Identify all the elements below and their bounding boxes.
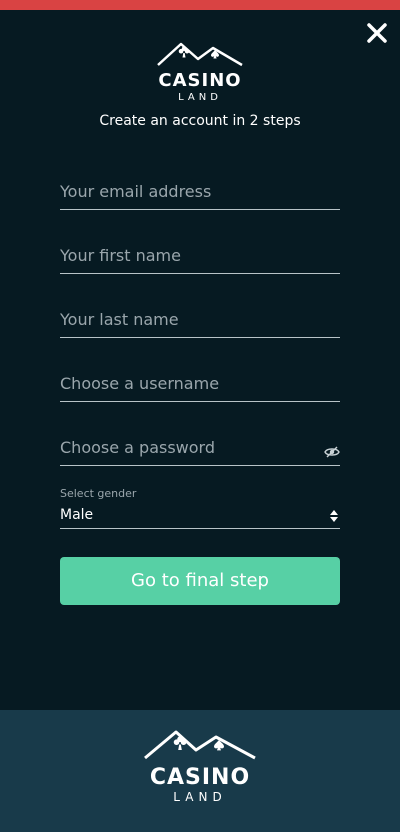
close-button[interactable] bbox=[364, 20, 390, 46]
footer: CASINO LAND bbox=[0, 710, 400, 832]
first-name-input[interactable] bbox=[60, 241, 340, 269]
password-input[interactable] bbox=[60, 433, 310, 461]
casino-land-logo: CASINO LAND bbox=[150, 40, 250, 104]
club-suit-icon bbox=[178, 46, 190, 58]
last-name-field[interactable] bbox=[60, 305, 340, 338]
select-arrows-icon bbox=[330, 510, 338, 522]
username-field[interactable] bbox=[60, 369, 340, 402]
password-visibility-toggle[interactable] bbox=[324, 443, 340, 458]
top-accent-bar bbox=[0, 0, 400, 10]
gender-select[interactable]: Male bbox=[60, 505, 340, 529]
gender-label: Select gender bbox=[60, 487, 137, 500]
password-field[interactable] bbox=[60, 433, 340, 466]
eye-hidden-icon bbox=[324, 446, 340, 458]
footer-logo-line1: CASINO bbox=[150, 765, 250, 790]
logo-brand-line2: LAND bbox=[178, 92, 222, 103]
last-name-input[interactable] bbox=[60, 305, 340, 333]
mountains-with-card-suits-icon bbox=[157, 42, 243, 67]
logo-brand-line1: CASINO bbox=[158, 70, 241, 91]
gender-selected-value: Male bbox=[60, 507, 94, 523]
close-icon bbox=[367, 23, 387, 43]
email-field[interactable] bbox=[60, 177, 340, 210]
go-to-final-step-button[interactable]: Go to final step bbox=[60, 557, 340, 605]
first-name-field[interactable] bbox=[60, 241, 340, 274]
signup-subtitle: Create an account in 2 steps bbox=[99, 113, 301, 129]
footer-mountains-icon bbox=[144, 730, 256, 760]
username-input[interactable] bbox=[60, 369, 340, 397]
email-input[interactable] bbox=[60, 177, 340, 205]
footer-logo-line2: LAND bbox=[173, 790, 226, 804]
footer-logo: CASINO LAND bbox=[137, 727, 263, 807]
